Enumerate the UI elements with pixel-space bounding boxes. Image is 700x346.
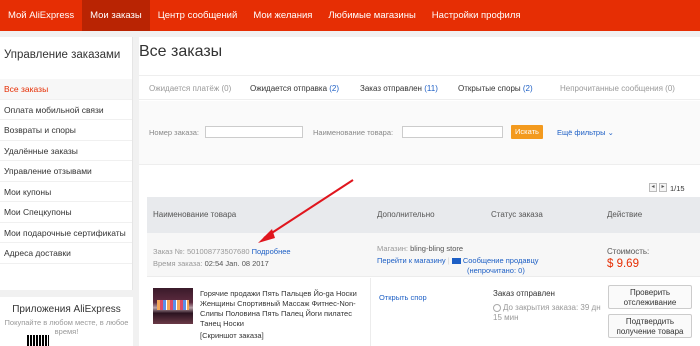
page-indicator: 1/15 xyxy=(670,184,685,193)
next-page-button[interactable]: ▸ xyxy=(659,183,667,192)
go-to-store-link[interactable]: Перейти к магазину xyxy=(377,256,446,265)
store-info: Магазин: bling-bling store xyxy=(377,244,464,253)
tab-open-disputes[interactable]: Открытые споры (2) xyxy=(458,76,533,101)
app-promo: Приложения AliExpress Покупайте в любом … xyxy=(0,297,133,346)
nav-my-aliexpress[interactable]: Мой AliExpress xyxy=(0,0,82,31)
contact-seller-link[interactable]: Сообщение продавцу xyxy=(463,256,539,265)
open-dispute-link[interactable]: Открыть спор xyxy=(379,293,427,302)
sidebar-item-special-coupons[interactable]: Мои Спецкупоны xyxy=(0,202,132,223)
column-divider xyxy=(370,278,371,346)
order-details-link[interactable]: Подробнее xyxy=(252,247,291,256)
prev-page-button[interactable]: ◂ xyxy=(649,183,657,192)
top-navigation: Мой AliExpress Мои заказы Центр сообщени… xyxy=(0,0,700,31)
track-order-button[interactable]: Проверить отслеживание xyxy=(608,285,692,309)
nav-wishlist[interactable]: Мои желания xyxy=(245,0,320,31)
unread-count[interactable]: (непрочитано: 0) xyxy=(467,266,525,275)
header-action: Действие xyxy=(607,210,643,219)
filter-bar: Номер заказа: Наименование товара: Искат… xyxy=(139,101,700,165)
tab-awaiting-shipment[interactable]: Ожидается отправка (2) xyxy=(250,76,339,101)
app-promo-subtitle: Покупайте в любом месте, в любое время! xyxy=(4,318,129,336)
orders-panel: Все заказы Ожидается платёж (0) Ожидаетс… xyxy=(139,37,700,346)
sidebar-item-deleted-orders[interactable]: Удалённые заказы xyxy=(0,141,132,161)
close-timer: До закрытия заказа: 39 дн 15 мин xyxy=(493,303,601,322)
qr-code-icon xyxy=(27,335,49,346)
page-body: Управление заказами Все заказы Оплата мо… xyxy=(0,31,700,346)
product-thumbnail[interactable] xyxy=(153,288,193,324)
order-number-input[interactable] xyxy=(205,126,303,138)
order-item: Горячие продажи Пять Пальцев Йо-ga Носки… xyxy=(147,278,700,346)
order-status-tabs: Ожидается платёж (0) Ожидается отправка … xyxy=(139,75,700,100)
sidebar-item-coupons[interactable]: Мои купоны xyxy=(0,182,132,202)
sidebar-item-mobile-payment[interactable]: Оплата мобильной связи xyxy=(0,100,132,120)
tab-shipped[interactable]: Заказ отправлен (11) xyxy=(360,76,438,101)
nav-profile-settings[interactable]: Настройки профиля xyxy=(424,0,529,31)
order-summary: Заказ №: 501008773507680 Подробнее Время… xyxy=(147,233,700,277)
chevron-down-icon: ⌄ xyxy=(607,128,614,137)
sidebar-item-returns-disputes[interactable]: Возвраты и споры xyxy=(0,120,132,141)
order-number: Заказ №: 501008773507680 Подробнее xyxy=(153,247,291,256)
header-status: Статус заказа xyxy=(491,210,543,219)
order-price: $ 9.69 xyxy=(607,258,639,270)
sidebar-item-gift-cards[interactable]: Мои подарочные сертификаты xyxy=(0,223,132,243)
nav-my-orders[interactable]: Мои заказы xyxy=(82,0,150,31)
clock-icon xyxy=(493,303,501,312)
tab-awaiting-payment[interactable]: Ожидается платёж (0) xyxy=(149,76,231,101)
more-filters-link[interactable]: Ещё фильтры ⌄ xyxy=(557,128,614,137)
product-name-label: Наименование товара: xyxy=(313,128,394,137)
header-product: Наименование товара xyxy=(153,210,237,219)
sidebar-item-all-orders[interactable]: Все заказы xyxy=(0,79,132,100)
sidebar-item-addresses[interactable]: Адреса доставки xyxy=(0,243,132,264)
price-label: Стоимость: xyxy=(607,247,650,256)
sidebar: Управление заказами Все заказы Оплата мо… xyxy=(0,37,133,290)
tab-unread-messages[interactable]: Непрочитанные сообщения (0) xyxy=(560,76,675,101)
page-title: Все заказы xyxy=(139,43,223,60)
order-status: Заказ отправлен xyxy=(493,289,555,298)
sidebar-title: Управление заказами xyxy=(4,49,121,61)
search-button[interactable]: Искать xyxy=(511,125,543,139)
orders-table-header: Наименование товара Дополнительно Статус… xyxy=(147,197,700,233)
app-promo-title: Приложения AliExpress xyxy=(12,304,121,315)
product-name-input[interactable] xyxy=(402,126,503,138)
message-icon xyxy=(451,258,461,265)
product-title[interactable]: Горячие продажи Пять Пальцев Йо-ga Носки… xyxy=(200,289,370,329)
order-snapshot-link[interactable]: [Скриншот заказа] xyxy=(200,331,264,340)
nav-message-center[interactable]: Центр сообщений xyxy=(150,0,246,31)
order-number-label: Номер заказа: xyxy=(149,128,200,137)
order-time: Время заказа: 02:54 Jan. 08 2017 xyxy=(153,259,269,268)
confirm-receipt-button[interactable]: Подтвердить получение товара xyxy=(608,314,692,338)
header-additional: Дополнительно xyxy=(377,210,435,219)
nav-favorite-stores[interactable]: Любимые магазины xyxy=(320,0,423,31)
sidebar-item-feedback[interactable]: Управление отзывами xyxy=(0,161,132,182)
